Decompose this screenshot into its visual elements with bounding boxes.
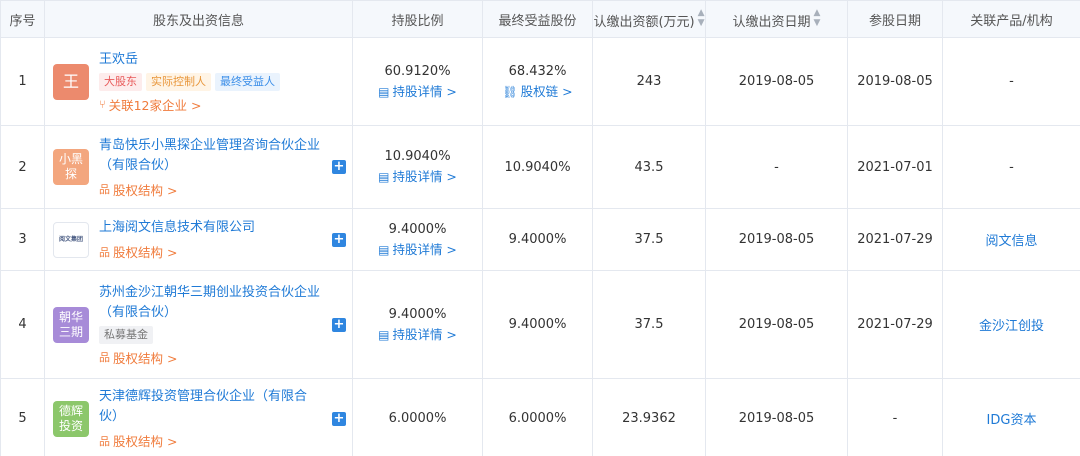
holding-detail-link[interactable]: ▤ 持股详情 > bbox=[378, 82, 457, 102]
join-date-value: - bbox=[847, 378, 943, 456]
holder-name[interactable]: 王欢岳 bbox=[99, 50, 322, 70]
holding-detail-link[interactable]: ▤ 持股详情 > bbox=[378, 167, 457, 187]
date-value: - bbox=[705, 125, 848, 209]
document-icon: ▤ bbox=[378, 170, 390, 184]
avatar: 王 bbox=[53, 63, 89, 100]
tag-ultimate-beneficiary: 最终受益人 bbox=[215, 72, 280, 91]
plus-icon[interactable]: + bbox=[332, 160, 346, 174]
date-value: 2019-08-05 bbox=[705, 37, 848, 126]
date-value: 2019-08-05 bbox=[705, 208, 848, 271]
benefit-value: 10.9040% bbox=[482, 125, 593, 209]
document-icon: ▤ bbox=[378, 327, 390, 342]
ratio-value: 9.4000% bbox=[388, 306, 447, 322]
holder-name[interactable]: 天津德辉投资管理合伙企业（有限合伙） bbox=[99, 387, 322, 427]
plus-icon[interactable]: + bbox=[332, 317, 346, 332]
table-header: 序号 股东及出资信息 持股比例 最终受益股份 认缴出资额(万元)▲ ▼ 认缴出资日… bbox=[0, 0, 1080, 38]
structure-icon: 品 bbox=[99, 183, 110, 196]
col-ratio: 持股比例 bbox=[352, 0, 483, 38]
ratio-value: 6.0000% bbox=[352, 378, 483, 456]
row-index: 1 bbox=[0, 37, 45, 126]
row-index: 5 bbox=[0, 378, 45, 456]
chain-icon: ⛓ bbox=[502, 84, 518, 99]
related-link[interactable]: 阅文信息 bbox=[942, 208, 1080, 271]
amount-value: 37.5 bbox=[592, 208, 706, 271]
col-date[interactable]: 认缴出资日期▲ ▼ bbox=[705, 0, 848, 38]
structure-icon: 品 bbox=[99, 434, 110, 448]
join-date-value: 2019-08-05 bbox=[847, 37, 943, 126]
document-icon: ▤ bbox=[378, 84, 390, 99]
row-index: 4 bbox=[0, 270, 45, 379]
col-index: 序号 bbox=[0, 0, 45, 38]
col-holder: 股东及出资信息 bbox=[44, 0, 353, 38]
date-value: 2019-08-05 bbox=[705, 270, 848, 379]
ratio-value: 10.9040% bbox=[384, 149, 451, 164]
holder-name[interactable]: 青岛快乐小黑探企业管理咨询合伙企业（有限合伙） bbox=[99, 136, 322, 176]
sort-icon[interactable]: ▲ ▼ bbox=[698, 8, 705, 28]
row-index: 2 bbox=[0, 125, 45, 209]
shareholder-table: 序号 股东及出资信息 持股比例 最终受益股份 认缴出资额(万元)▲ ▼ 认缴出资日… bbox=[0, 0, 1080, 456]
avatar: 德辉 投资 bbox=[53, 400, 89, 437]
table-row: 5 德辉 投资 天津德辉投资管理合伙企业（有限合伙） 品股权结构 > + 6.0… bbox=[0, 378, 1080, 456]
ratio-value: 9.4000% bbox=[388, 221, 447, 237]
sort-icon[interactable]: ▲ ▼ bbox=[814, 8, 821, 28]
amount-value: 243 bbox=[592, 37, 706, 126]
amount-value: 23.9362 bbox=[592, 378, 706, 456]
tag-major-shareholder: 大股东 bbox=[99, 72, 142, 91]
avatar: 小黑 探 bbox=[53, 149, 89, 185]
equity-chain-link[interactable]: ⛓ 股权链 > bbox=[502, 82, 572, 102]
plus-icon[interactable]: + bbox=[332, 232, 346, 247]
structure-icon: 品 bbox=[99, 245, 110, 259]
join-date-value: 2021-07-29 bbox=[847, 208, 943, 271]
benefit-value: 68.432% bbox=[508, 63, 567, 79]
join-date-value: 2021-07-29 bbox=[847, 270, 943, 379]
related-companies-link[interactable]: ⑂ 关联12家企业 > bbox=[99, 95, 322, 114]
benefit-value: 9.4000% bbox=[482, 208, 593, 271]
avatar: 朝华 三期 bbox=[53, 306, 89, 343]
col-amount[interactable]: 认缴出资额(万元)▲ ▼ bbox=[592, 0, 706, 38]
table-row: 2 小黑 探 青岛快乐小黑探企业管理咨询合伙企业（有限合伙） 品股权结构 > +… bbox=[0, 125, 1080, 209]
structure-icon: 品 bbox=[99, 351, 110, 364]
row-index: 3 bbox=[0, 208, 45, 271]
tag-actual-controller: 实际控制人 bbox=[146, 72, 211, 91]
related-value: - bbox=[942, 37, 1080, 126]
holding-detail-link[interactable]: ▤ 持股详情 > bbox=[378, 325, 457, 345]
date-value: 2019-08-05 bbox=[705, 378, 848, 456]
tag-private-fund: 私募基金 bbox=[99, 325, 153, 344]
equity-structure-link[interactable]: 品股权结构 > bbox=[99, 242, 322, 261]
amount-value: 43.5 bbox=[592, 125, 706, 209]
amount-value: 37.5 bbox=[592, 270, 706, 379]
plus-icon[interactable]: + bbox=[332, 411, 346, 426]
col-benefit: 最终受益股份 bbox=[482, 0, 593, 38]
col-join-date: 参股日期 bbox=[847, 0, 943, 38]
equity-structure-link[interactable]: 品股权结构 > bbox=[99, 348, 322, 367]
equity-structure-link[interactable]: 品股权结构 > bbox=[99, 180, 322, 199]
related-companies-icon: ⑂ bbox=[99, 97, 106, 111]
holding-detail-link[interactable]: ▤ 持股详情 > bbox=[378, 240, 457, 260]
related-link[interactable]: 金沙江创投 bbox=[942, 270, 1080, 379]
table-row: 1 王 王欢岳 大股东 实际控制人 最终受益人 ⑂ 关联12家企业 > 60.9… bbox=[0, 37, 1080, 126]
holder-name[interactable]: 苏州金沙江朝华三期创业投资合伙企业（有限合伙） bbox=[99, 283, 322, 323]
benefit-value: 6.0000% bbox=[482, 378, 593, 456]
equity-structure-link[interactable]: 品股权结构 > bbox=[99, 431, 322, 450]
related-link[interactable]: IDG资本 bbox=[942, 378, 1080, 456]
holder-name[interactable]: 上海阅文信息技术有限公司 bbox=[99, 218, 322, 238]
benefit-value: 9.4000% bbox=[482, 270, 593, 379]
table-row: 4 朝华 三期 苏州金沙江朝华三期创业投资合伙企业（有限合伙） 私募基金 品股权… bbox=[0, 270, 1080, 379]
related-value: - bbox=[942, 125, 1080, 209]
company-logo: 阅文集团 bbox=[53, 221, 89, 258]
ratio-value: 60.9120% bbox=[384, 63, 451, 79]
join-date-value: 2021-07-01 bbox=[847, 125, 943, 209]
col-related: 关联产品/机构 bbox=[942, 0, 1080, 38]
document-icon: ▤ bbox=[378, 242, 390, 257]
table-row: 3 阅文集团 上海阅文信息技术有限公司 品股权结构 > + 9.4000% ▤ 持… bbox=[0, 208, 1080, 271]
